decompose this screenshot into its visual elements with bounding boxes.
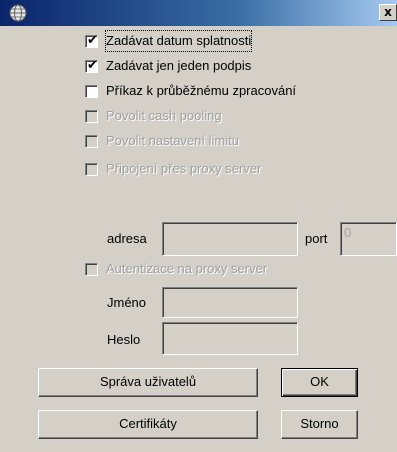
close-button[interactable]: x — [379, 4, 397, 21]
limit-setting-label: Povolit nastavení limitu — [106, 133, 239, 148]
option-limit-setting: Povolit nastavení limitu — [85, 131, 315, 151]
continuous-processing-label: Příkaz k průběžnému zpracování — [106, 83, 297, 98]
option-due-date[interactable]: ✔ Zadávat datum splatnosti — [85, 30, 315, 52]
due-date-label: Zadávat datum splatnosti — [104, 30, 253, 52]
proxy-name-input[interactable] — [162, 287, 298, 318]
continuous-processing-checkbox[interactable] — [85, 85, 98, 98]
options-dialog: x ✔ Zadávat datum splatnosti ✔ Zadávat j… — [0, 0, 397, 452]
address-label: adresa — [107, 231, 147, 246]
due-date-checkbox[interactable]: ✔ — [85, 33, 98, 48]
proxy-port-input[interactable]: 0 — [340, 222, 397, 256]
proxy-auth-label: Autentizace na proxy server — [106, 261, 268, 276]
proxy-address-input[interactable] — [162, 222, 298, 256]
option-continuous-processing[interactable]: Příkaz k průběžnému zpracování — [85, 81, 345, 101]
close-icon: x — [384, 5, 392, 19]
cash-pooling-checkbox — [85, 110, 98, 123]
option-single-signature[interactable]: ✔ Zadávat jen jeden podpis — [85, 56, 315, 76]
checkmark-icon: ✔ — [87, 33, 98, 48]
proxy-auth-checkbox — [85, 263, 98, 276]
name-label: Jméno — [107, 295, 147, 310]
proxy-connection-checkbox — [85, 163, 98, 176]
title-bar[interactable]: x — [0, 0, 397, 26]
port-label: port — [305, 231, 328, 246]
user-management-button[interactable]: Správa uživatelů — [38, 368, 258, 397]
certificates-button[interactable]: Certifikáty — [38, 410, 258, 439]
single-signature-label: Zadávat jen jeden podpis — [106, 58, 252, 73]
ok-button[interactable]: OK — [281, 368, 358, 397]
option-proxy-connection: Připojení přes proxy server — [85, 159, 315, 179]
cash-pooling-label: Povolit cash pooling — [106, 108, 222, 123]
limit-setting-checkbox — [85, 135, 98, 148]
option-cash-pooling: Povolit cash pooling — [85, 106, 315, 126]
globe-icon — [9, 4, 27, 22]
checkmark-icon: ✔ — [87, 58, 98, 73]
proxy-connection-label: Připojení přes proxy server — [106, 161, 262, 176]
single-signature-checkbox[interactable]: ✔ — [85, 58, 98, 73]
proxy-password-input[interactable] — [162, 322, 298, 355]
option-proxy-auth: Autentizace na proxy server — [85, 259, 325, 279]
password-label: Heslo — [107, 332, 141, 347]
cancel-button[interactable]: Storno — [281, 410, 358, 439]
